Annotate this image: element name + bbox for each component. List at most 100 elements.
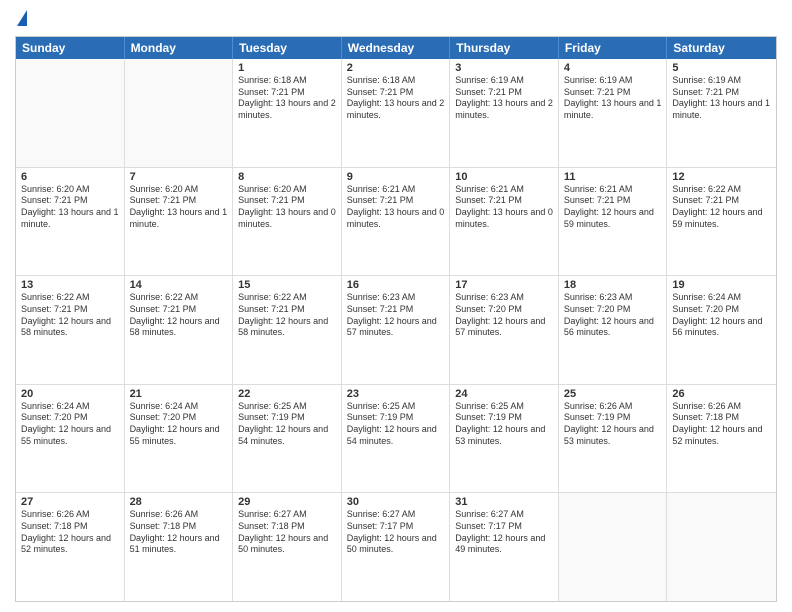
cell-info: Sunrise: 6:27 AM Sunset: 7:17 PM Dayligh… [347,509,445,556]
calendar-header-cell: Friday [559,37,668,59]
calendar-row: 1Sunrise: 6:18 AM Sunset: 7:21 PM Daylig… [16,59,776,168]
cell-info: Sunrise: 6:19 AM Sunset: 7:21 PM Dayligh… [455,75,553,122]
cell-info: Sunrise: 6:20 AM Sunset: 7:21 PM Dayligh… [130,184,228,231]
calendar-cell: 20Sunrise: 6:24 AM Sunset: 7:20 PM Dayli… [16,385,125,493]
calendar-cell [125,59,234,167]
calendar-cell [559,493,668,601]
calendar-cell: 9Sunrise: 6:21 AM Sunset: 7:21 PM Daylig… [342,168,451,276]
day-number: 14 [130,279,228,291]
cell-info: Sunrise: 6:22 AM Sunset: 7:21 PM Dayligh… [238,292,336,339]
cell-info: Sunrise: 6:26 AM Sunset: 7:18 PM Dayligh… [21,509,119,556]
day-number: 3 [455,62,553,74]
calendar-cell: 6Sunrise: 6:20 AM Sunset: 7:21 PM Daylig… [16,168,125,276]
calendar-header-cell: Monday [125,37,234,59]
calendar-cell: 25Sunrise: 6:26 AM Sunset: 7:19 PM Dayli… [559,385,668,493]
day-number: 28 [130,496,228,508]
logo [15,10,27,28]
calendar-header-cell: Thursday [450,37,559,59]
day-number: 23 [347,388,445,400]
cell-info: Sunrise: 6:20 AM Sunset: 7:21 PM Dayligh… [238,184,336,231]
cell-info: Sunrise: 6:27 AM Sunset: 7:17 PM Dayligh… [455,509,553,556]
header [15,10,777,28]
cell-info: Sunrise: 6:24 AM Sunset: 7:20 PM Dayligh… [672,292,771,339]
calendar-cell: 13Sunrise: 6:22 AM Sunset: 7:21 PM Dayli… [16,276,125,384]
calendar-cell: 7Sunrise: 6:20 AM Sunset: 7:21 PM Daylig… [125,168,234,276]
day-number: 20 [21,388,119,400]
calendar-header-cell: Wednesday [342,37,451,59]
day-number: 29 [238,496,336,508]
cell-info: Sunrise: 6:27 AM Sunset: 7:18 PM Dayligh… [238,509,336,556]
cell-info: Sunrise: 6:21 AM Sunset: 7:21 PM Dayligh… [455,184,553,231]
calendar-cell [16,59,125,167]
day-number: 15 [238,279,336,291]
calendar-cell: 19Sunrise: 6:24 AM Sunset: 7:20 PM Dayli… [667,276,776,384]
cell-info: Sunrise: 6:22 AM Sunset: 7:21 PM Dayligh… [672,184,771,231]
calendar-row: 27Sunrise: 6:26 AM Sunset: 7:18 PM Dayli… [16,493,776,601]
logo-triangle-icon [17,10,27,26]
calendar-cell: 1Sunrise: 6:18 AM Sunset: 7:21 PM Daylig… [233,59,342,167]
calendar-cell: 27Sunrise: 6:26 AM Sunset: 7:18 PM Dayli… [16,493,125,601]
cell-info: Sunrise: 6:24 AM Sunset: 7:20 PM Dayligh… [21,401,119,448]
cell-info: Sunrise: 6:23 AM Sunset: 7:20 PM Dayligh… [564,292,662,339]
calendar-header-cell: Saturday [667,37,776,59]
day-number: 21 [130,388,228,400]
cell-info: Sunrise: 6:26 AM Sunset: 7:18 PM Dayligh… [672,401,771,448]
calendar-cell: 29Sunrise: 6:27 AM Sunset: 7:18 PM Dayli… [233,493,342,601]
page: SundayMondayTuesdayWednesdayThursdayFrid… [0,0,792,612]
cell-info: Sunrise: 6:21 AM Sunset: 7:21 PM Dayligh… [564,184,662,231]
calendar-row: 20Sunrise: 6:24 AM Sunset: 7:20 PM Dayli… [16,385,776,494]
day-number: 11 [564,171,662,183]
day-number: 8 [238,171,336,183]
calendar-row: 13Sunrise: 6:22 AM Sunset: 7:21 PM Dayli… [16,276,776,385]
calendar-cell: 3Sunrise: 6:19 AM Sunset: 7:21 PM Daylig… [450,59,559,167]
day-number: 18 [564,279,662,291]
day-number: 12 [672,171,771,183]
calendar-cell: 12Sunrise: 6:22 AM Sunset: 7:21 PM Dayli… [667,168,776,276]
calendar-header-cell: Tuesday [233,37,342,59]
day-number: 30 [347,496,445,508]
day-number: 19 [672,279,771,291]
calendar-cell: 23Sunrise: 6:25 AM Sunset: 7:19 PM Dayli… [342,385,451,493]
day-number: 7 [130,171,228,183]
cell-info: Sunrise: 6:18 AM Sunset: 7:21 PM Dayligh… [347,75,445,122]
calendar-cell: 15Sunrise: 6:22 AM Sunset: 7:21 PM Dayli… [233,276,342,384]
cell-info: Sunrise: 6:21 AM Sunset: 7:21 PM Dayligh… [347,184,445,231]
calendar-cell: 2Sunrise: 6:18 AM Sunset: 7:21 PM Daylig… [342,59,451,167]
calendar-cell: 14Sunrise: 6:22 AM Sunset: 7:21 PM Dayli… [125,276,234,384]
cell-info: Sunrise: 6:19 AM Sunset: 7:21 PM Dayligh… [672,75,771,122]
cell-info: Sunrise: 6:25 AM Sunset: 7:19 PM Dayligh… [347,401,445,448]
calendar-cell: 21Sunrise: 6:24 AM Sunset: 7:20 PM Dayli… [125,385,234,493]
calendar-cell: 4Sunrise: 6:19 AM Sunset: 7:21 PM Daylig… [559,59,668,167]
day-number: 6 [21,171,119,183]
day-number: 27 [21,496,119,508]
calendar-cell: 8Sunrise: 6:20 AM Sunset: 7:21 PM Daylig… [233,168,342,276]
calendar-body: 1Sunrise: 6:18 AM Sunset: 7:21 PM Daylig… [16,59,776,601]
cell-info: Sunrise: 6:24 AM Sunset: 7:20 PM Dayligh… [130,401,228,448]
cell-info: Sunrise: 6:22 AM Sunset: 7:21 PM Dayligh… [130,292,228,339]
cell-info: Sunrise: 6:18 AM Sunset: 7:21 PM Dayligh… [238,75,336,122]
calendar-row: 6 Sunrise: 6:20 AM Sunset: 7:21 PM Daylig… [16,168,776,277]
calendar: SundayMondayTuesdayWednesdayThursdayFrid… [15,36,777,602]
day-number: 13 [21,279,119,291]
cell-info: Sunrise: 6:25 AM Sunset: 7:19 PM Dayligh… [238,401,336,448]
day-number: 4 [564,62,662,74]
cell-info: Sunrise: 6:19 AM Sunset: 7:21 PM Dayligh… [564,75,662,122]
day-number: 17 [455,279,553,291]
cell-info: Sunrise: 6:23 AM Sunset: 7:21 PM Dayligh… [347,292,445,339]
day-number: 5 [672,62,771,74]
calendar-cell: 22Sunrise: 6:25 AM Sunset: 7:19 PM Dayli… [233,385,342,493]
day-number: 9 [347,171,445,183]
calendar-cell: 24Sunrise: 6:25 AM Sunset: 7:19 PM Dayli… [450,385,559,493]
calendar-cell: 17Sunrise: 6:23 AM Sunset: 7:20 PM Dayli… [450,276,559,384]
calendar-header-cell: Sunday [16,37,125,59]
calendar-cell: 10Sunrise: 6:21 AM Sunset: 7:21 PM Dayli… [450,168,559,276]
cell-info: Sunrise: 6:23 AM Sunset: 7:20 PM Dayligh… [455,292,553,339]
day-number: 22 [238,388,336,400]
calendar-cell: 11Sunrise: 6:21 AM Sunset: 7:21 PM Dayli… [559,168,668,276]
calendar-cell: 18Sunrise: 6:23 AM Sunset: 7:20 PM Dayli… [559,276,668,384]
cell-info: Sunrise: 6:26 AM Sunset: 7:19 PM Dayligh… [564,401,662,448]
day-number: 2 [347,62,445,74]
calendar-cell: 5Sunrise: 6:19 AM Sunset: 7:21 PM Daylig… [667,59,776,167]
cell-info: Sunrise: 6:22 AM Sunset: 7:21 PM Dayligh… [21,292,119,339]
day-number: 31 [455,496,553,508]
